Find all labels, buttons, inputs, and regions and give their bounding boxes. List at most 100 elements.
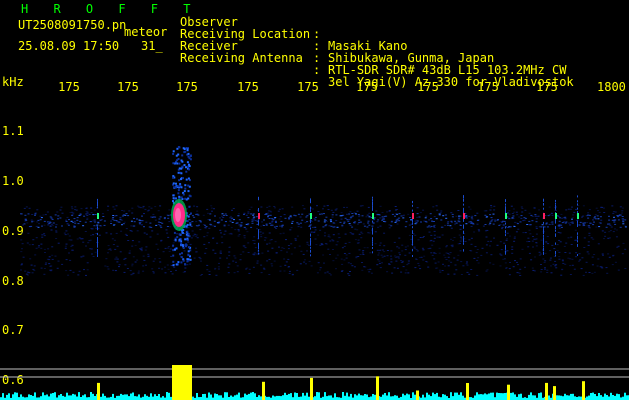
carrier-dot xyxy=(251,220,254,222)
noise-dot xyxy=(217,266,220,268)
noise-dot xyxy=(21,248,23,250)
carrier-dot xyxy=(319,213,321,215)
carrier-dot xyxy=(384,221,387,223)
noise-dot xyxy=(238,234,241,235)
noise-dot xyxy=(41,236,44,238)
noise-trace-bar xyxy=(134,396,136,400)
noise-dot xyxy=(390,255,392,257)
noise-dot xyxy=(419,268,422,270)
noise-dot xyxy=(453,237,456,238)
carrier-dot xyxy=(476,220,479,221)
noise-trace-bar xyxy=(250,392,252,400)
streak-dot xyxy=(258,242,259,245)
noise-dot xyxy=(511,246,514,248)
echo-dot xyxy=(189,258,192,261)
noise-dot xyxy=(542,258,545,260)
carrier-dot xyxy=(565,221,568,223)
carrier-dot xyxy=(431,220,433,222)
carrier-dot xyxy=(503,220,506,222)
noise-dot xyxy=(115,256,118,258)
noise-dot xyxy=(379,225,382,227)
carrier-dot xyxy=(490,217,493,219)
noise-dot xyxy=(172,242,175,244)
carrier-dot xyxy=(512,215,515,217)
carrier-dot xyxy=(485,216,488,218)
noise-dot xyxy=(501,226,504,228)
noise-trace-bar xyxy=(490,392,492,400)
echo-dot xyxy=(187,258,190,261)
echo-dot xyxy=(177,146,180,148)
carrier-dot xyxy=(348,223,351,225)
noise-dot xyxy=(71,249,74,251)
echo-dot xyxy=(174,186,177,189)
noise-dot xyxy=(331,216,334,218)
carrier-dot xyxy=(372,222,375,224)
noise-trace-bar xyxy=(514,394,516,400)
location-row: Receiving Location : Shibukawa, Gunma, J… xyxy=(180,16,494,64)
noise-dot xyxy=(397,257,400,259)
noise-dot xyxy=(378,262,381,264)
noise-dot xyxy=(297,226,300,228)
streak-dot xyxy=(258,236,259,238)
carrier-dot xyxy=(331,214,334,216)
carrier-dot xyxy=(357,214,360,215)
noise-dot xyxy=(444,265,447,267)
noise-dot xyxy=(489,209,492,211)
carrier-dot xyxy=(70,220,73,222)
echo-dot xyxy=(181,154,184,157)
noise-dot xyxy=(114,270,117,272)
carrier-dot xyxy=(99,219,102,221)
noise-dot xyxy=(448,260,451,262)
noise-trace-bar xyxy=(124,394,126,400)
noise-dot xyxy=(450,244,453,246)
noise-dot xyxy=(313,231,316,233)
noise-dot xyxy=(248,268,251,270)
noise-trace-bar xyxy=(112,393,114,400)
noise-dot xyxy=(540,239,543,241)
noise-trace-bar xyxy=(236,394,238,400)
noise-dot xyxy=(93,209,96,211)
noise-dot xyxy=(343,259,346,261)
noise-dot xyxy=(200,260,202,262)
noise-dot xyxy=(579,259,582,261)
noise-dot xyxy=(199,229,202,231)
streak-dot xyxy=(555,220,556,223)
noise-dot xyxy=(95,227,98,229)
echo-dot xyxy=(183,164,186,167)
carrier-dot xyxy=(79,213,82,215)
carrier-dot xyxy=(299,222,302,224)
noise-dot xyxy=(189,243,192,245)
carrier-dot xyxy=(265,224,268,226)
echo-dot xyxy=(181,231,184,234)
receiver-row: Receiver : RTL-SDR SDR# 43dB L15 103.2MH… xyxy=(180,28,566,76)
carrier-dot xyxy=(624,219,627,221)
noise-dot xyxy=(252,266,255,268)
noise-dot xyxy=(128,252,131,254)
carrier-dot xyxy=(593,221,595,223)
noise-dot xyxy=(555,264,558,266)
noise-dot xyxy=(604,231,607,233)
carrier-dot xyxy=(547,215,550,217)
noise-dot xyxy=(239,253,242,255)
noise-dot xyxy=(422,236,425,237)
noise-dot xyxy=(286,251,288,253)
noise-trace-bar xyxy=(342,392,344,400)
carrier-dot xyxy=(54,214,57,216)
noise-trace-bar xyxy=(392,396,394,400)
noise-dot xyxy=(54,255,57,257)
noise-dot xyxy=(337,233,340,235)
noise-dot xyxy=(485,244,488,246)
streak-dot xyxy=(97,252,98,255)
noise-dot xyxy=(588,209,591,211)
noise-dot xyxy=(131,207,134,209)
noise-dot xyxy=(460,274,463,275)
noise-dot xyxy=(470,269,473,270)
noise-dot xyxy=(416,250,419,252)
carrier-dot xyxy=(593,217,596,219)
noise-dot xyxy=(558,258,561,260)
noise-dot xyxy=(423,255,426,257)
noise-dot xyxy=(438,247,441,249)
noise-dot xyxy=(164,247,167,249)
echo-core-inner xyxy=(175,208,181,222)
noise-dot xyxy=(616,246,619,248)
